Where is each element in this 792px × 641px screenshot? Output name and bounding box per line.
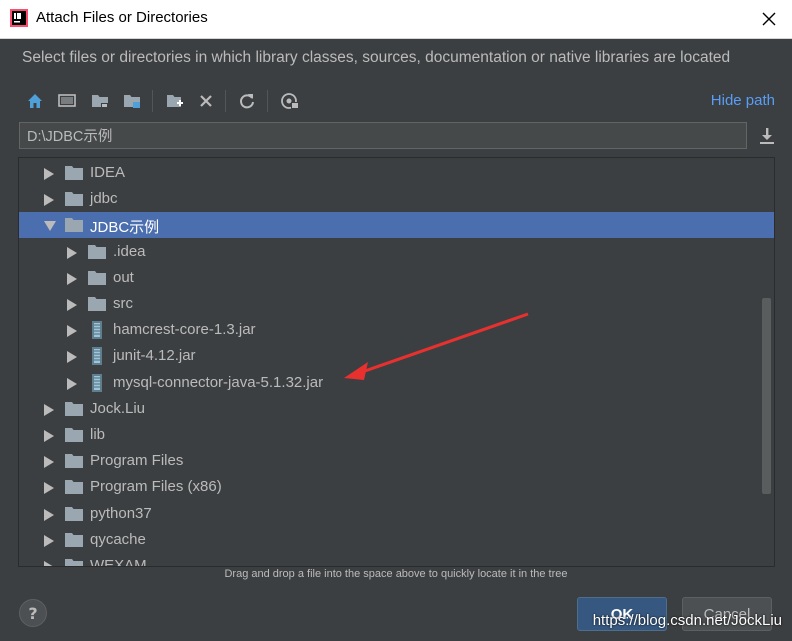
- jar-file-icon: [92, 373, 102, 392]
- tree-row-label: qycache: [90, 530, 146, 548]
- desktop-icon: [58, 94, 76, 107]
- tree-row-label: out: [113, 268, 134, 286]
- tree-row-label: Program Files (x86): [90, 478, 222, 496]
- tree-row-label: hamcrest-core-1.3.jar: [113, 321, 256, 339]
- tree-row[interactable]: WEXAM: [19, 553, 774, 567]
- watermark: https://blog.csdn.net/JockLiu: [592, 612, 782, 629]
- tree-row[interactable]: Program Files: [19, 448, 774, 474]
- tree-row-label: .idea: [113, 242, 146, 260]
- folder-icon: [65, 559, 83, 566]
- expand-arrow-icon[interactable]: [67, 351, 77, 364]
- tree-row[interactable]: Program Files (x86): [19, 474, 774, 500]
- home-icon: [28, 94, 42, 108]
- tree-row[interactable]: junit-4.12.jar: [19, 343, 774, 369]
- folder-icon: [65, 166, 83, 180]
- show-hidden-icon: [281, 93, 299, 109]
- project-folder-icon: [92, 95, 108, 108]
- expand-arrow-icon[interactable]: [67, 325, 77, 338]
- tree-row-label: junit-4.12.jar: [113, 347, 196, 365]
- tree-row-label: IDEA: [90, 164, 126, 181]
- tree-row[interactable]: hamcrest-core-1.3.jar: [19, 317, 774, 343]
- expand-arrow-icon[interactable]: [44, 194, 54, 207]
- expand-arrow-icon[interactable]: [44, 561, 54, 566]
- refresh-icon: [240, 94, 254, 109]
- intellij-logo-icon: [10, 9, 28, 27]
- close-icon: [762, 12, 776, 26]
- delete-icon: [200, 95, 212, 107]
- tree-row[interactable]: src: [19, 291, 774, 317]
- module-folder-button[interactable]: [119, 88, 145, 114]
- tree-row-label: JDBC示例: [90, 219, 160, 237]
- tree-scrollbar[interactable]: [762, 298, 771, 494]
- help-button[interactable]: ?: [19, 599, 47, 627]
- tree-row-label: src: [113, 295, 133, 312]
- toolbar-separator: [225, 90, 226, 112]
- tree-row[interactable]: JDBC示例: [19, 212, 774, 239]
- hide-path-link[interactable]: Hide path: [711, 92, 775, 109]
- toolbar-separator: [267, 90, 268, 112]
- expand-arrow-icon[interactable]: [44, 403, 54, 416]
- project-folder-button[interactable]: [87, 88, 113, 114]
- toolbar-separator: [152, 90, 153, 112]
- title-bar: Attach Files or Directories: [0, 0, 792, 39]
- folder-icon: [88, 270, 106, 285]
- expand-arrow-icon[interactable]: [44, 168, 54, 180]
- delete-button[interactable]: [193, 88, 219, 114]
- tree-row[interactable]: lib: [19, 422, 774, 448]
- download-icon[interactable]: [757, 126, 777, 146]
- drag-drop-hint: Drag and drop a file into the space abov…: [224, 568, 568, 580]
- tree-row[interactable]: .idea: [19, 239, 774, 265]
- new-folder-button[interactable]: [162, 88, 188, 114]
- expand-arrow-icon[interactable]: [67, 272, 77, 285]
- folder-icon: [65, 506, 83, 521]
- expand-arrow-icon[interactable]: [44, 456, 54, 469]
- tree-row[interactable]: IDEA: [19, 160, 774, 186]
- expand-arrow-icon[interactable]: [44, 430, 54, 442]
- folder-icon: [88, 297, 106, 311]
- tree-row-label: Program Files: [90, 452, 184, 470]
- tree-row[interactable]: mysql-connector-java-5.1.32.jar: [19, 370, 774, 396]
- folder-icon: [65, 218, 83, 233]
- desktop-button[interactable]: [54, 88, 80, 114]
- tree-row[interactable]: out: [19, 265, 774, 291]
- tree-row-label: WEXAM: [90, 557, 147, 567]
- path-input[interactable]: [19, 122, 747, 149]
- expand-arrow-icon[interactable]: [44, 508, 54, 521]
- expand-arrow-icon[interactable]: [67, 299, 77, 311]
- jar-file-icon: [92, 347, 102, 366]
- folder-icon: [65, 532, 83, 547]
- file-tree[interactable]: IDEA jdbc JDBC示例 .idea out src hamcrest-core-1…: [18, 157, 775, 567]
- expand-arrow-icon[interactable]: [44, 482, 54, 495]
- jar-file-icon: [92, 321, 102, 340]
- tree-row[interactable]: python37: [19, 501, 774, 527]
- home-button[interactable]: [22, 88, 48, 114]
- expand-arrow-icon[interactable]: [67, 377, 77, 390]
- attach-files-dialog: Attach Files or Directories Select files…: [0, 0, 792, 641]
- expand-arrow-icon[interactable]: [44, 534, 54, 547]
- tree-row-label: jdbc: [90, 190, 118, 208]
- expand-arrow-icon[interactable]: [67, 246, 77, 259]
- new-folder-icon: [167, 95, 183, 107]
- collapse-arrow-icon[interactable]: [44, 221, 56, 232]
- folder-icon: [65, 428, 83, 442]
- module-folder-icon: [124, 95, 140, 108]
- tree-row-label: Jock.Liu: [90, 399, 146, 417]
- tree-row-label: python37: [90, 504, 152, 522]
- tree-row[interactable]: Jock.Liu: [19, 396, 774, 422]
- show-hidden-button[interactable]: [277, 88, 303, 114]
- dialog-description: Select files or directories in which lib…: [22, 49, 731, 66]
- folder-icon: [65, 192, 83, 207]
- tree-row[interactable]: jdbc: [19, 186, 774, 212]
- folder-icon: [88, 244, 106, 259]
- dialog-title: Attach Files or Directories: [36, 9, 208, 26]
- folder-icon: [65, 454, 83, 469]
- folder-icon: [65, 401, 83, 416]
- tree-row-label: mysql-connector-java-5.1.32.jar: [113, 373, 324, 391]
- tree-row-label: lib: [90, 426, 106, 443]
- folder-icon: [65, 480, 83, 495]
- refresh-button[interactable]: [234, 88, 260, 114]
- tree-row[interactable]: qycache: [19, 527, 774, 553]
- close-button[interactable]: [746, 0, 792, 38]
